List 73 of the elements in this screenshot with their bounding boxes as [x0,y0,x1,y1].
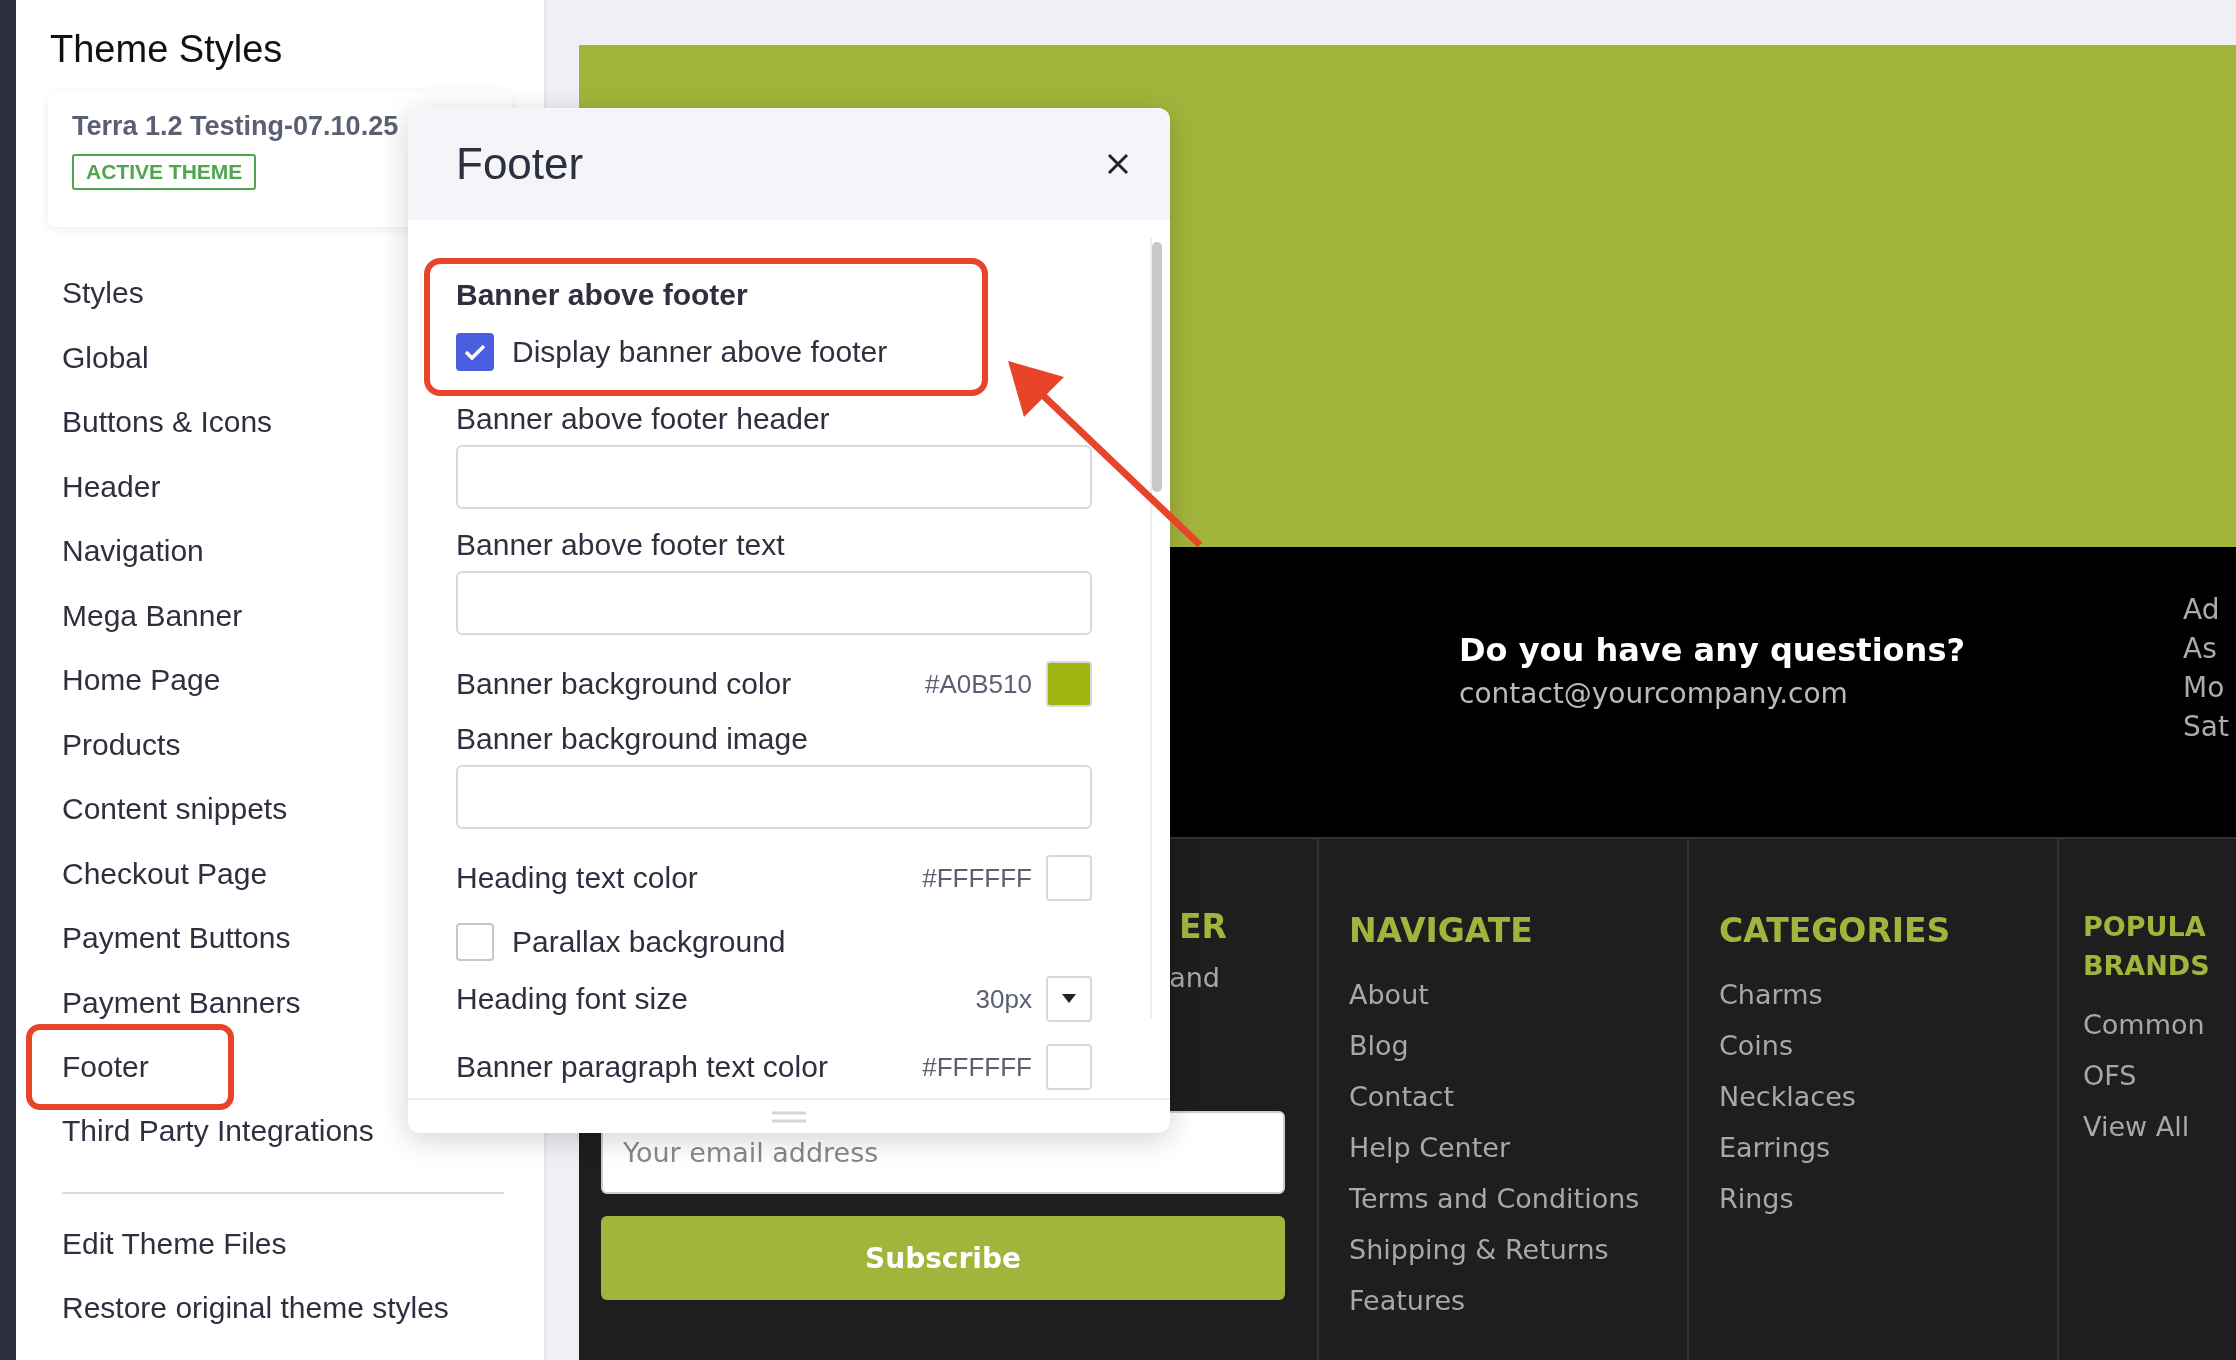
text-input[interactable] [456,765,1092,830]
sidebar-item[interactable]: Buttons & Icons [48,390,273,455]
dropdown-button[interactable] [1046,976,1092,1022]
color-value: #FFFFFF [922,1051,1032,1083]
select-value: 30px [975,983,1032,1015]
column-heading: ER [1179,907,1227,946]
footer-link[interactable]: Shipping & Returns [1349,1233,1687,1265]
footer-link[interactable]: OFS [2083,1060,2236,1092]
sidebar-item[interactable]: Payment Buttons [48,906,291,971]
footer-link[interactable]: Help Center [1349,1131,1687,1163]
footer-link[interactable]: Necklaces [1719,1080,2057,1112]
caret-icon [1062,994,1076,1004]
footer-link[interactable]: Earrings [1719,1131,2057,1163]
footer-link[interactable]: Features [1349,1284,1687,1316]
color-value: #FFFFFF [922,862,1032,894]
footer-link[interactable]: Terms and Conditions [1349,1182,1687,1214]
sidebar-action[interactable]: Edit Theme Files [48,1211,287,1276]
info-text: Ad [2183,593,2221,626]
footer-link[interactable]: Common [2083,1009,2236,1041]
checkbox-label: Parallax background [512,923,786,960]
text-input[interactable] [456,445,1092,510]
sidebar-item[interactable]: Navigation [48,519,204,584]
field-label: Banner background color [456,666,792,703]
column-heading: POPULA BRANDS [2083,910,2211,984]
footer-link[interactable]: Blog [1349,1029,1687,1061]
sidebar-item[interactable]: Header [48,454,161,519]
footer-link[interactable]: Rings [1719,1182,2057,1214]
checkmark-icon [463,342,487,362]
footer-link[interactable]: Coins [1719,1029,2057,1061]
color-swatch[interactable] [1046,661,1092,708]
checkbox[interactable] [456,333,494,371]
footer-link[interactable]: View All [2083,1111,2236,1143]
active-theme-badge: ACTIVE THEME [72,154,257,190]
sidebar-item[interactable]: Content snippets [48,777,288,842]
sidebar-item[interactable]: Products [48,712,181,777]
field-label: Banner paragraph text color [456,1049,828,1085]
field-label: Banner background image [456,721,809,758]
sidebar-item[interactable]: Home Page [48,648,221,713]
contact-email: contact@yourcompany.com [1459,677,1849,710]
footer-link[interactable]: Charms [1719,978,2057,1010]
close-button[interactable] [1106,152,1130,176]
info-text: Mo [2183,671,2226,704]
field-label: Heading text color [456,860,698,897]
sidebar-item[interactable]: Global [48,325,149,390]
close-icon [1106,152,1130,176]
checkbox[interactable] [456,922,494,961]
sidebar-item[interactable]: Mega Banner [48,583,243,648]
footer-link[interactable]: Contact [1349,1080,1687,1112]
scrollbar[interactable] [1150,238,1162,1018]
sidebar-item[interactable]: Checkout Page [48,841,268,906]
color-swatch[interactable] [1046,1044,1092,1090]
checkbox-label: Display banner above footer [512,334,888,370]
text-input[interactable] [456,571,1092,636]
sidebar-action[interactable]: Restore original theme styles [48,1276,449,1341]
field-label: Heading font size [456,981,688,1017]
section-heading: Banner above footer [456,278,749,312]
theme-name: Terra 1.2 Testing-07.10.25 [72,111,399,142]
field-label: Banner above footer header [456,401,831,438]
contact-heading: Do you have any questions? [1459,631,1966,669]
column-heading: CATEGORIES [1719,910,1952,952]
sidebar-item[interactable]: Footer [26,1024,234,1110]
newsletter-text: and [1169,962,1220,993]
color-swatch[interactable] [1046,855,1092,902]
drag-handle-icon[interactable] [772,1109,806,1124]
color-value: #A0B510 [925,668,1032,700]
sidebar-title: Theme Styles [50,28,284,71]
footer-link[interactable]: About [1349,978,1687,1010]
dialog-title: Footer [456,139,584,189]
info-text: As [2183,632,2218,665]
field-label: Banner above footer text [456,527,786,564]
column-heading: NAVIGATE [1349,910,1534,952]
info-text: Sat [2183,710,2229,743]
sidebar-item[interactable]: Styles [48,261,144,326]
